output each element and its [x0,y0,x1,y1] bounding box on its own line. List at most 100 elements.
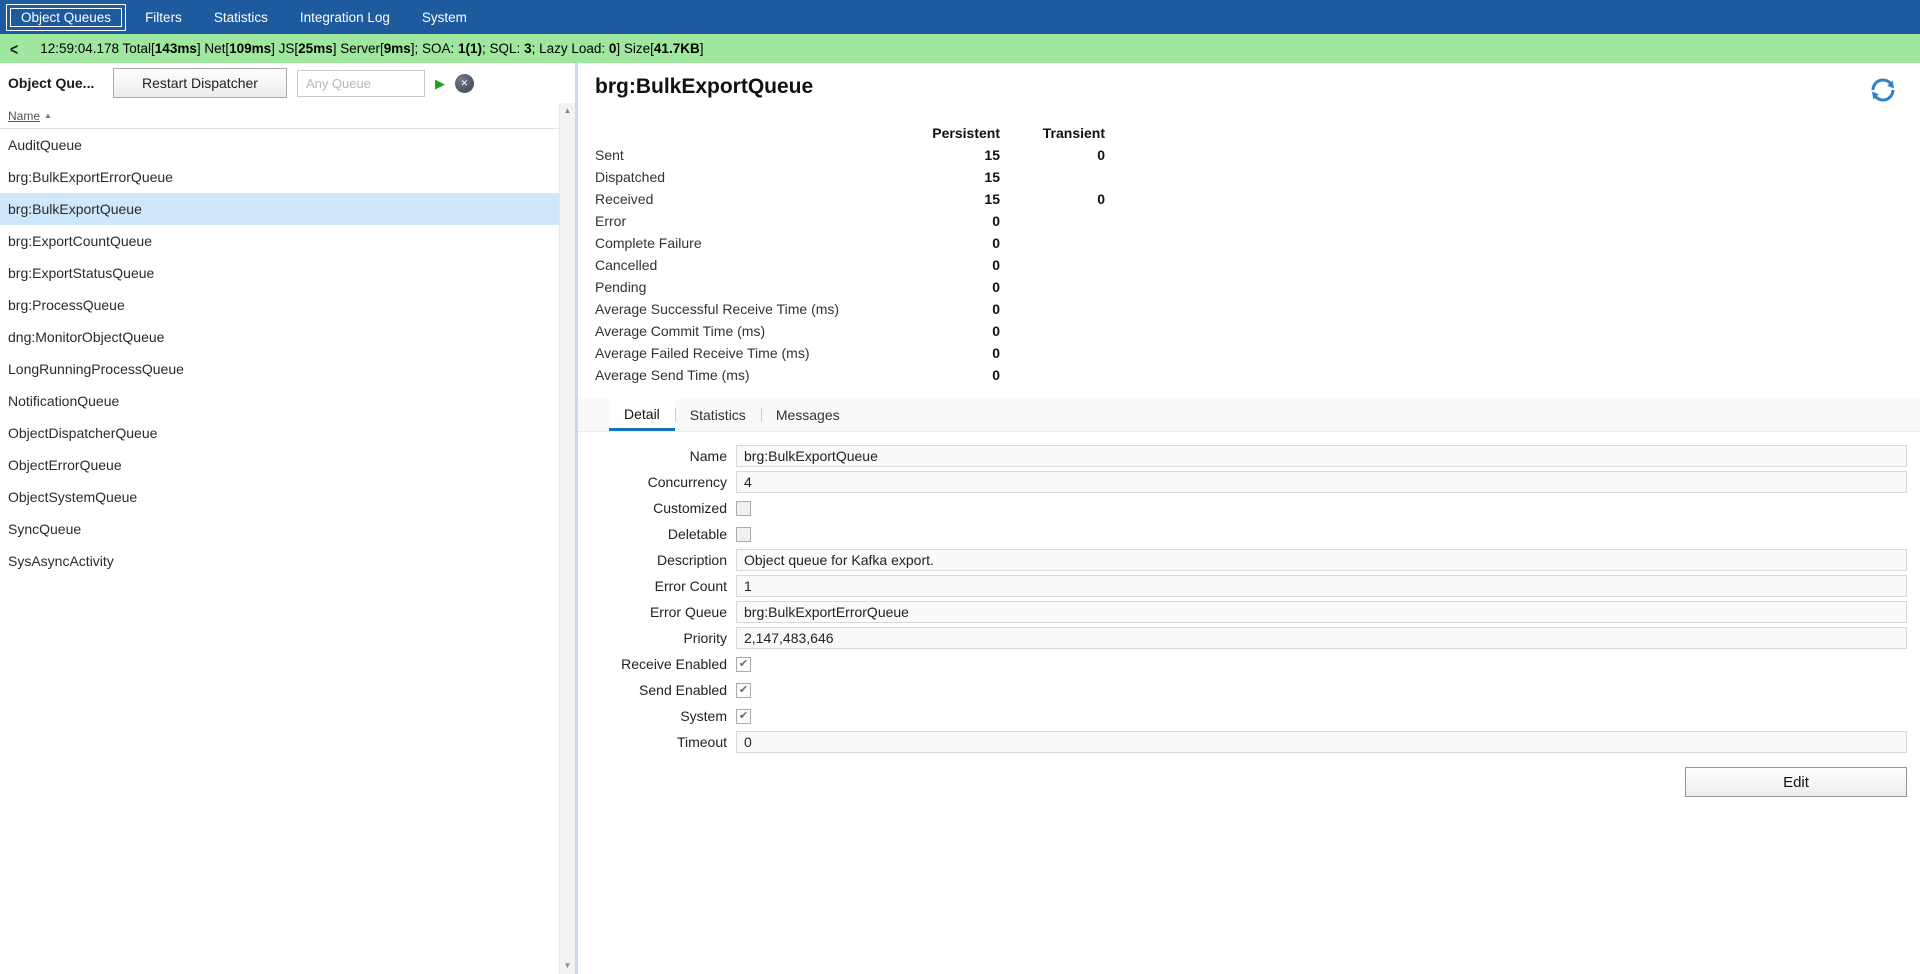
nav-item-statistics[interactable]: Statistics [201,5,281,30]
field-error-queue-input[interactable] [736,601,1907,623]
tab-messages[interactable]: Messages [761,399,855,431]
field-customized-checkbox[interactable] [736,501,751,516]
status-text-segment: ] JS[ [271,41,298,56]
field-receive-enabled-checkbox[interactable]: ✔ [736,657,751,672]
clear-x-glyph: ✕ [461,79,469,88]
status-text-segment: ; SQL: [482,41,524,56]
queue-list-item-sysasyncactivity[interactable]: SysAsyncActivity [0,545,559,577]
queue-list-item-brg-bulkexporterrorqueue[interactable]: brg:BulkExportErrorQueue [0,161,559,193]
queue-list-item-brg-exportstatusqueue[interactable]: brg:ExportStatusQueue [0,257,559,289]
queue-stats-table: PersistentTransientSent150Dispatched15Re… [595,122,1920,386]
status-text-segment: ] Server[ [333,41,384,56]
top-nav: Object QueuesFiltersStatisticsIntegratio… [0,0,1920,34]
field-deletable-checkbox[interactable] [736,527,751,542]
status-metric-value: 143ms [155,41,197,56]
stats-col-transient: Transient [1000,125,1105,141]
field-label-name: Name [595,448,736,464]
scroll-down-icon[interactable]: ▼ [560,959,575,973]
stats-header-row: PersistentTransient [595,122,1920,144]
clear-search-icon[interactable]: ✕ [455,74,474,93]
form-row-priority: Priority [595,627,1907,649]
queue-list: AuditQueuebrg:BulkExportErrorQueuebrg:Bu… [0,129,559,974]
queue-list-item-syncqueue[interactable]: SyncQueue [0,513,559,545]
detail-header: brg:BulkExportQueue [595,73,1920,110]
field-send-enabled-checkbox[interactable]: ✔ [736,683,751,698]
status-metric-value: 1(1) [458,41,482,56]
stats-persistent-value: 0 [895,257,1000,273]
field-timeout-input[interactable] [736,731,1907,753]
tab-statistics[interactable]: Statistics [675,399,761,431]
field-label-receive-enabled: Receive Enabled [595,656,736,672]
status-metric-value: 25ms [298,41,333,56]
stats-persistent-value: 0 [895,235,1000,251]
queue-list-item-objectdispatcherqueue[interactable]: ObjectDispatcherQueue [0,417,559,449]
stats-row-average-commit-time-ms: Average Commit Time (ms)0 [595,320,1920,342]
stats-row-cancelled: Cancelled0 [595,254,1920,276]
stats-row-label: Average Failed Receive Time (ms) [595,345,895,361]
nav-item-integration-log[interactable]: Integration Log [287,5,403,30]
form-row-receive-enabled: Receive Enabled✔ [595,653,1907,675]
stats-row-complete-failure: Complete Failure0 [595,232,1920,254]
field-concurrency-input[interactable] [736,471,1907,493]
form-row-name: Name [595,445,1907,467]
stats-persistent-value: 0 [895,279,1000,295]
queue-list-item-objectsystemqueue[interactable]: ObjectSystemQueue [0,481,559,513]
stats-row-label: Average Send Time (ms) [595,367,895,383]
stats-row-label: Complete Failure [595,235,895,251]
queue-list-item-brg-bulkexportqueue[interactable]: brg:BulkExportQueue [0,193,559,225]
stats-persistent-value: 0 [895,345,1000,361]
queue-search-input[interactable] [297,70,425,97]
timing-status-text: 12:59:04.178 Total[143ms] Net[109ms] JS[… [40,41,703,56]
nav-item-system[interactable]: System [409,5,480,30]
nav-item-object-queues[interactable]: Object Queues [6,4,126,31]
tab-detail[interactable]: Detail [609,399,675,431]
field-label-system: System [595,708,736,724]
stats-row-label: Dispatched [595,169,895,185]
run-search-icon[interactable]: ▶ [435,77,445,90]
stats-persistent-value: 0 [895,323,1000,339]
detail-tabs: DetailStatisticsMessages [578,399,1920,432]
queue-list-item-longrunningprocessqueue[interactable]: LongRunningProcessQueue [0,353,559,385]
status-text-segment: 12:59:04.178 Total[ [40,41,155,56]
stats-persistent-value: 15 [895,191,1000,207]
queue-list-item-notificationqueue[interactable]: NotificationQueue [0,385,559,417]
field-priority-input[interactable] [736,627,1907,649]
stats-row-average-send-time-ms: Average Send Time (ms)0 [595,364,1920,386]
restart-dispatcher-button[interactable]: Restart Dispatcher [113,68,287,98]
field-name-input[interactable] [736,445,1907,467]
field-system-checkbox[interactable]: ✔ [736,709,751,724]
name-column-header[interactable]: Name ▲ [0,103,559,129]
stats-persistent-value: 15 [895,169,1000,185]
scroll-up-icon[interactable]: ▲ [560,104,575,118]
refresh-icon[interactable] [1868,75,1898,110]
queue-list-item-brg-processqueue[interactable]: brg:ProcessQueue [0,289,559,321]
nav-item-filters[interactable]: Filters [132,5,195,30]
stats-col-persistent: Persistent [895,125,1000,141]
queue-list-item-auditqueue[interactable]: AuditQueue [0,129,559,161]
stats-row-received: Received150 [595,188,1920,210]
field-error-count-input[interactable] [736,575,1907,597]
edit-button[interactable]: Edit [1685,767,1907,797]
status-metric-value: 9ms [384,41,411,56]
left-scrollbar[interactable]: ▲ ▼ [559,103,575,974]
field-label-error-queue: Error Queue [595,604,736,620]
queue-toolbar: Object Que... Restart Dispatcher ▶ ✕ [0,63,575,103]
queue-list-item-dng-monitorobjectqueue[interactable]: dng:MonitorObjectQueue [0,321,559,353]
sort-asc-icon: ▲ [44,111,52,120]
field-label-deletable: Deletable [595,526,736,542]
panel-title: Object Que... [8,75,103,91]
status-metric-value: 3 [524,41,532,56]
field-description-input[interactable] [736,549,1907,571]
form-row-error-count: Error Count [595,575,1907,597]
queue-list-item-brg-exportcountqueue[interactable]: brg:ExportCountQueue [0,225,559,257]
collapse-left-icon[interactable]: < [10,39,18,58]
status-text-segment: ]; SOA: [411,41,458,56]
field-label-timeout: Timeout [595,734,736,750]
form-row-description: Description [595,549,1907,571]
stats-row-pending: Pending0 [595,276,1920,298]
debug-status-bar: < 12:59:04.178 Total[143ms] Net[109ms] J… [0,34,1920,63]
form-row-send-enabled: Send Enabled✔ [595,679,1907,701]
queue-list-panel: Object Que... Restart Dispatcher ▶ ✕ Nam… [0,63,578,974]
queue-list-item-objecterrorqueue[interactable]: ObjectErrorQueue [0,449,559,481]
stats-row-dispatched: Dispatched15 [595,166,1920,188]
